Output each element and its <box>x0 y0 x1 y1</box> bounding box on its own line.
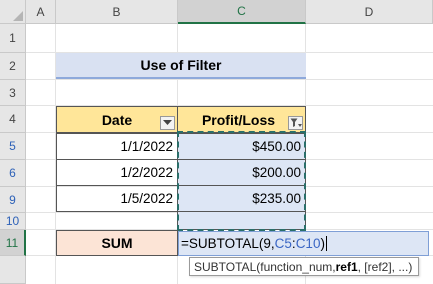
cell-b9[interactable]: 1/5/2022 <box>56 185 178 212</box>
row-header-11[interactable]: 11 <box>0 230 26 256</box>
cell-b5[interactable]: 1/1/2022 <box>56 133 178 160</box>
row-header-5[interactable]: 5 <box>0 133 26 160</box>
column-header-a[interactable]: A <box>26 0 56 24</box>
header-date-label: Date <box>101 111 133 128</box>
cell-b6[interactable]: 1/2/2022 <box>56 159 178 186</box>
sheet-title: Use of Filter <box>56 53 306 79</box>
row-header-10[interactable]: 10 <box>0 213 26 230</box>
row-header-6[interactable]: 6 <box>0 160 26 187</box>
tooltip-func[interactable]: SUBTOTAL(function_num, <box>194 260 336 274</box>
select-all-corner[interactable] <box>0 0 26 24</box>
filter-dropdown-date[interactable] <box>160 116 175 130</box>
function-tooltip: SUBTOTAL(function_num, ref1, [ref2], ...… <box>189 257 419 276</box>
header-profit: Profit/Loss <box>177 106 306 133</box>
formula-prefix: =SUBTOTAL(9, <box>181 236 275 251</box>
row-header-4[interactable]: 4 <box>0 106 26 133</box>
row-header-2[interactable]: 2 <box>0 53 26 80</box>
formula-edit-cell[interactable]: =SUBTOTAL(9, C5: C10) <box>178 231 429 256</box>
row-header-1[interactable]: 1 <box>0 24 26 53</box>
row-header-3[interactable]: 3 <box>0 80 26 106</box>
formula-ref-start: C5 <box>274 236 292 251</box>
tooltip-rest: , [ref2], ...) <box>357 259 413 274</box>
formula-suffix: ) <box>320 236 325 251</box>
formula-ref-end: C10 <box>295 236 321 251</box>
sum-label: SUM <box>56 230 178 256</box>
column-header-b[interactable]: B <box>56 0 178 24</box>
column-header-d[interactable]: D <box>306 0 433 24</box>
row-header-blank <box>0 256 26 284</box>
header-profit-label: Profit/Loss <box>201 111 276 128</box>
column-header-c[interactable]: C <box>178 0 306 24</box>
filter-active-icon <box>290 118 302 127</box>
row-header-9[interactable]: 9 <box>0 187 26 213</box>
filter-active-button[interactable] <box>288 116 303 130</box>
spreadsheet: A B C D 1 2 3 4 5 6 9 10 11 Use of Filte… <box>0 0 433 284</box>
chevron-down-icon <box>163 120 172 125</box>
text-cursor <box>325 236 327 251</box>
tooltip-current-arg[interactable]: ref1 <box>336 260 358 274</box>
range-selection-marquee <box>177 131 306 231</box>
